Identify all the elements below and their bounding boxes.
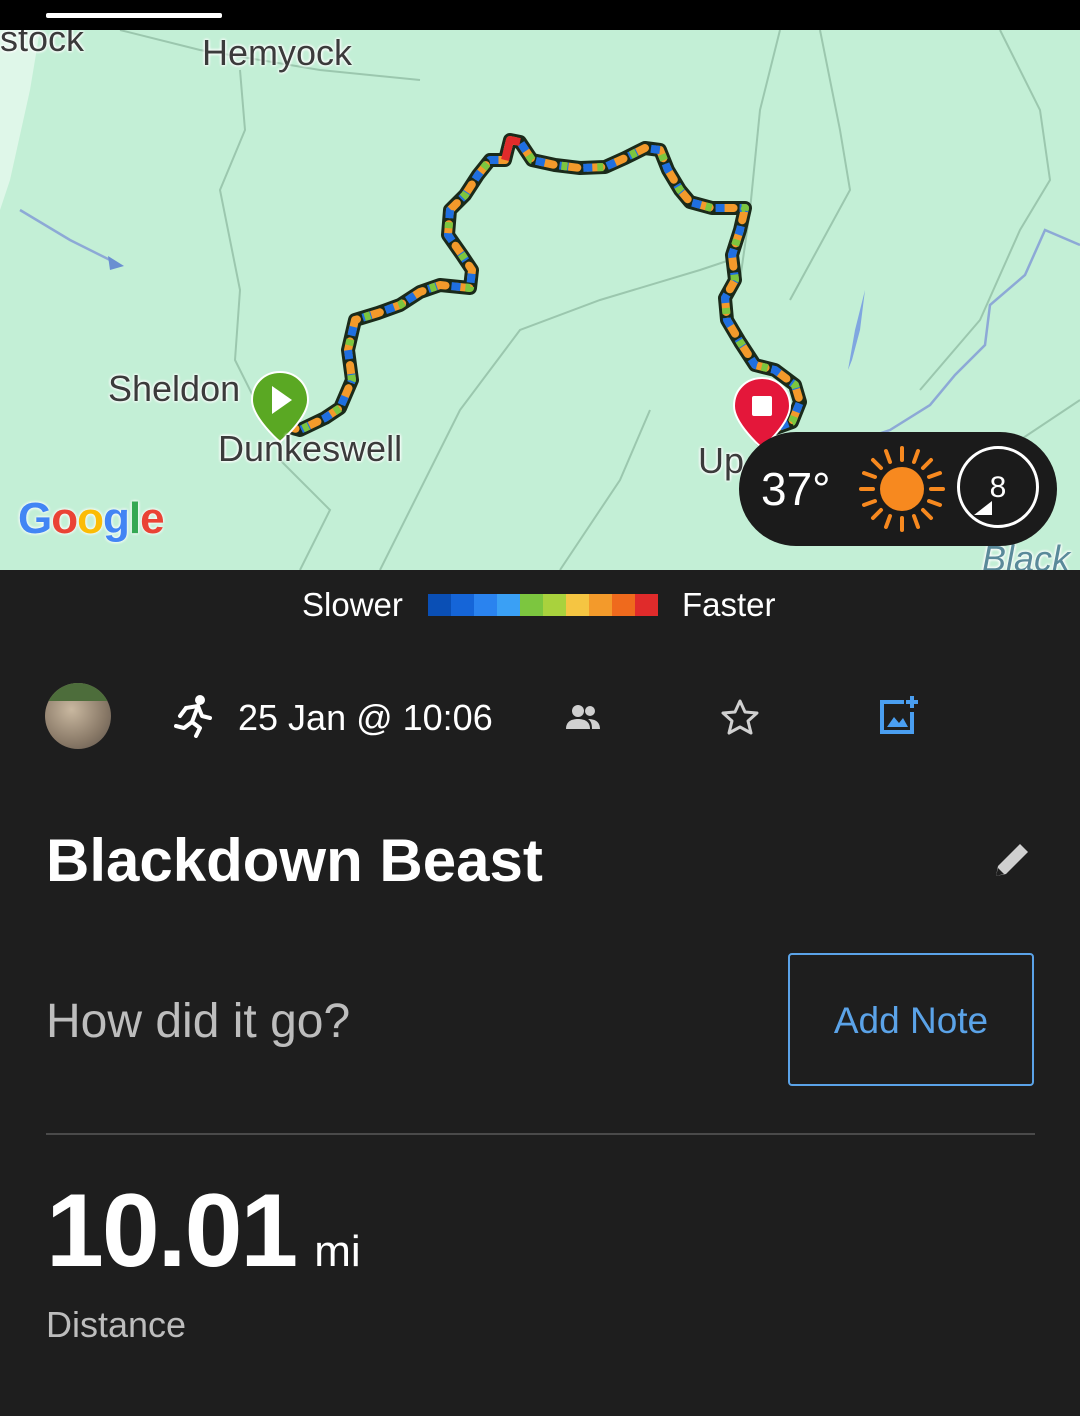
star-outline-icon[interactable] (720, 698, 760, 736)
running-icon (174, 695, 212, 738)
pace-legend: Slower Faster (0, 586, 1080, 626)
note-prompt: How did it go? (46, 995, 351, 1048)
pace-color-swatch-3 (497, 594, 520, 616)
people-icon[interactable] (566, 703, 600, 731)
weather-temperature: 37° (761, 463, 831, 515)
activity-title: Blackdown Beast (46, 827, 543, 894)
distance-unit: mi (314, 1227, 361, 1276)
pace-color-swatch-4 (520, 594, 543, 616)
pace-color-swatch-6 (566, 594, 589, 616)
pace-color-swatch-1 (451, 594, 474, 616)
map-label-upottery: Up (698, 440, 745, 481)
pace-color-swatch-7 (589, 594, 612, 616)
status-bar (0, 0, 1080, 30)
weather-badge: 37° 8 (739, 432, 1057, 546)
pace-color-swatch-2 (474, 594, 497, 616)
activity-map[interactable]: stock Hemyock Sheldon Dunkeswell Up Blac… (0, 30, 1080, 570)
pace-color-swatch-0 (428, 594, 451, 616)
edit-pencil-icon[interactable] (992, 840, 1032, 880)
sun-icon (859, 446, 945, 532)
add-photo-icon[interactable] (878, 694, 922, 736)
distance-value: 10.01 (46, 1173, 298, 1289)
map-label-dunkeswell: Dunkeswell (218, 428, 403, 469)
wind-speed-indicator: 8 (957, 446, 1039, 528)
avatar[interactable] (45, 683, 111, 749)
activity-date: 25 Jan @ 10:06 (238, 697, 493, 738)
notch-indicator (46, 13, 222, 18)
add-note-button[interactable]: Add Note (788, 953, 1034, 1086)
distance-stat: 10.01 mi (46, 1172, 361, 1291)
legend-faster-label: Faster (682, 586, 776, 623)
wind-direction-icon (974, 501, 992, 515)
map-label-partial-stock: stock (0, 30, 85, 59)
map-label-hemyock: Hemyock (202, 32, 353, 73)
distance-label: Distance (46, 1304, 187, 1345)
map-label-sheldon: Sheldon (108, 368, 241, 409)
google-attribution-logo: Google (18, 494, 165, 543)
pace-gradient-bar (428, 594, 658, 616)
divider (46, 1133, 1035, 1135)
legend-slower-label: Slower (302, 586, 403, 623)
pace-color-swatch-9 (635, 594, 658, 616)
pace-color-swatch-8 (612, 594, 635, 616)
pace-color-swatch-5 (543, 594, 566, 616)
wind-speed-value: 8 (989, 471, 1007, 504)
